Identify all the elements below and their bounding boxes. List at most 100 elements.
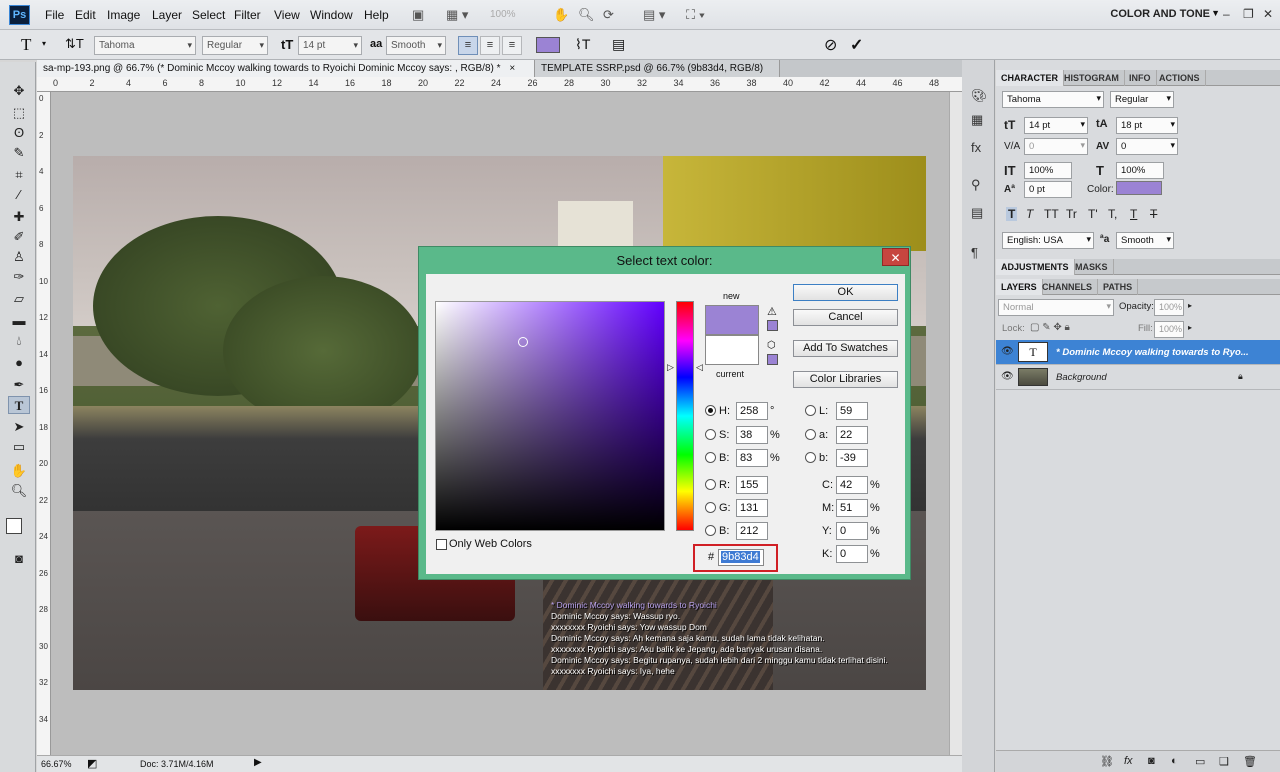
char-antialias-select[interactable]: Smooth ▾ [1116,232,1174,249]
color-field[interactable] [435,301,665,531]
opacity-input[interactable]: 100% [1154,299,1184,316]
view-extras-icon[interactable]: ▦ ▾ [446,7,468,23]
tab-layers[interactable]: LAYERS [996,279,1043,295]
tab-channels[interactable]: CHANNELS [1037,279,1099,295]
arrange-documents-icon[interactable]: ▤ ▾ [643,7,665,23]
fill-input[interactable]: 100% [1154,321,1184,338]
fill-arrow-icon[interactable]: ▸ [1188,323,1192,332]
type-tool-icon[interactable]: T [21,35,31,55]
paragraph-panel-icon[interactable]: ¶ [971,245,978,260]
char-color-swatch[interactable] [1116,181,1162,195]
align-left-button[interactable]: ≡ [458,36,478,55]
small-caps-button[interactable]: Tr [1066,207,1077,221]
blue-input[interactable]: 212 [736,522,768,540]
char-leading-select[interactable]: 18 pt ▾ [1116,117,1178,134]
out-of-gamut-warning-icon[interactable]: ⚠ [767,305,777,318]
path-selection-tool-icon[interactable]: ➤ [8,418,30,436]
zoom-readout[interactable]: 66.67% [41,759,72,769]
zoom-level-select[interactable]: 100% [490,7,516,23]
hue-radio[interactable] [705,405,716,416]
yellow-input[interactable]: 0 [836,522,868,540]
shape-tool-icon[interactable]: ▭ [8,438,30,456]
gamut-swatch[interactable] [767,320,778,331]
layer-style-icon[interactable]: fx [1124,755,1133,767]
blue-radio[interactable] [705,525,716,536]
minimize-icon[interactable]: – [1223,7,1230,21]
layer-row-background[interactable]: 👁︎ Background 🔒︎ [996,365,1280,390]
strikethrough-button[interactable]: T [1150,207,1157,221]
tab-adjustments[interactable]: ADJUSTMENTS [996,259,1075,275]
faux-bold-button[interactable]: T [1006,207,1018,221]
all-caps-button[interactable]: TT [1044,207,1059,221]
saturation-input[interactable]: 38 [736,426,768,444]
only-web-colors-checkbox[interactable] [436,539,447,550]
status-icon[interactable]: ◩ [87,757,97,770]
char-font-family-select[interactable]: Tahoma ▾ [1002,91,1104,108]
delete-layer-icon[interactable]: 🗑︎ [1243,755,1257,768]
layer-row-text[interactable]: 👁︎ T * Dominic Mccoy walking towards to … [996,340,1280,365]
char-tracking-select[interactable]: 0 ▾ [1116,138,1178,155]
font-size-select[interactable]: 14 pt ▾ [298,36,362,55]
status-menu-arrow-icon[interactable]: ▶ [254,757,262,768]
type-tool-icon[interactable]: T [8,396,30,414]
menu-select[interactable]: Select [192,8,225,22]
hue-slider[interactable] [676,301,694,531]
hue-input[interactable]: 258 [736,402,768,420]
a-channel-radio[interactable] [805,429,816,440]
cancel-button[interactable]: Cancel [793,309,898,326]
menu-help[interactable]: Help [364,8,389,22]
align-center-button[interactable]: ≡ [480,36,500,55]
menu-edit[interactable]: Edit [75,8,96,22]
hand-icon[interactable]: ✋ [553,7,569,23]
pen-tool-icon[interactable]: ✒ [8,376,30,394]
lightness-input[interactable]: 59 [836,402,868,420]
a-channel-input[interactable]: 22 [836,426,868,444]
menu-layer[interactable]: Layer [152,8,182,22]
brightness-radio[interactable] [705,452,716,463]
red-input[interactable]: 155 [736,476,768,494]
web-safe-swatch[interactable] [767,354,778,365]
history-brush-tool-icon[interactable]: ✑ [8,268,30,286]
color-libraries-button[interactable]: Color Libraries [793,371,898,388]
tab-actions[interactable]: ACTIONS [1154,70,1206,86]
styles-panel-icon[interactable]: fx [971,140,981,155]
tool-preset-dropdown-icon[interactable]: ▾ [42,39,46,48]
foreground-color-swatch[interactable] [6,518,22,534]
align-right-button[interactable]: ≡ [502,36,522,55]
tab-masks[interactable]: MASKS [1070,259,1114,275]
dialog-close-button[interactable]: ✕ [882,248,909,266]
add-to-swatches-button[interactable]: Add To Swatches [793,340,898,357]
tab-paths[interactable]: PATHS [1098,279,1139,295]
hue-slider-right-arrow-icon[interactable]: ◁ [696,362,703,373]
blend-mode-select[interactable]: Normal ▾ [998,299,1114,316]
healing-brush-tool-icon[interactable]: ✚ [8,208,30,226]
underline-button[interactable]: T [1130,207,1137,221]
color-field-cursor[interactable] [518,337,528,347]
eye-icon[interactable]: 👁︎ [1001,371,1014,382]
b-channel-radio[interactable] [805,452,816,463]
eye-icon[interactable]: 👁︎ [1001,346,1014,357]
lock-icons[interactable]: ▢ ✎ ✥ 🔒︎ [1030,322,1070,333]
marquee-tool-icon[interactable]: ⬚ [8,104,30,122]
tab-histogram[interactable]: HISTOGRAM [1059,70,1125,86]
b-channel-input[interactable]: -39 [836,449,868,467]
cancel-edits-icon[interactable]: ⊘ [824,35,837,55]
close-icon[interactable]: ✕ [1263,7,1273,21]
red-radio[interactable] [705,479,716,490]
warp-text-icon[interactable]: ⌇T [575,36,590,53]
tab-character[interactable]: CHARACTER [996,70,1064,86]
layer-name[interactable]: Background [1056,372,1107,383]
tool-presets-icon[interactable]: ⚲ [971,177,981,193]
cyan-input[interactable]: 42 [836,476,868,494]
font-style-select[interactable]: Regular ▾ [202,36,268,55]
char-kerning-select[interactable]: 0 ▾ [1024,138,1088,155]
char-vscale-input[interactable]: 100% [1024,162,1072,179]
eyedropper-tool-icon[interactable]: ⁄ [8,186,30,204]
tab-close-icon[interactable]: × [509,63,515,74]
char-font-style-select[interactable]: Regular ▾ [1110,91,1174,108]
gradient-tool-icon[interactable]: ▬ [8,312,30,330]
antialias-select[interactable]: Smooth ▾ [386,36,446,55]
brush-tool-icon[interactable]: ✐ [8,228,30,246]
char-size-select[interactable]: 14 pt ▾ [1024,117,1088,134]
language-select[interactable]: English: USA ▾ [1002,232,1094,249]
